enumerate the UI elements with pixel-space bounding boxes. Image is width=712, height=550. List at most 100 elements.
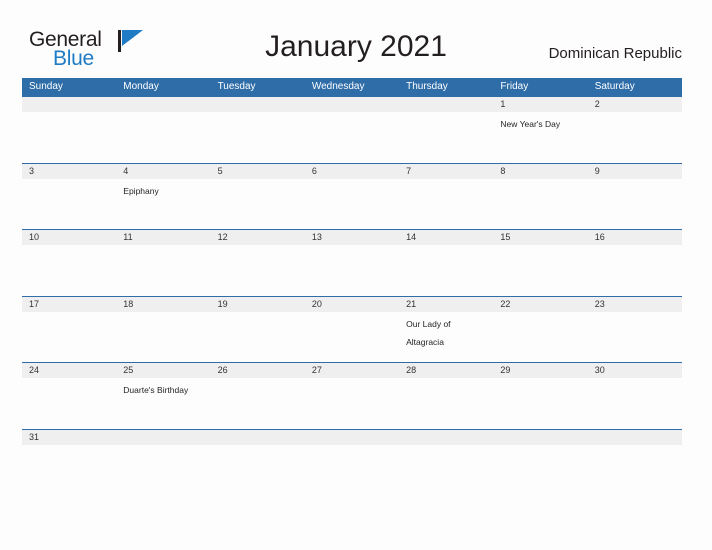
day-cell[interactable] (493, 378, 587, 429)
day-number[interactable]: 4 (116, 164, 210, 179)
day-number-band: 10 11 12 13 14 15 16 (22, 230, 682, 246)
day-events-band: Epiphany (22, 179, 682, 230)
day-number[interactable] (305, 97, 399, 112)
day-number[interactable] (116, 97, 210, 112)
day-cell[interactable] (588, 312, 682, 363)
day-number-band: 31 (22, 429, 682, 445)
day-number-band: 24 25 26 27 28 29 30 (22, 363, 682, 379)
day-number[interactable]: 3 (22, 164, 116, 179)
day-number[interactable]: 11 (116, 230, 210, 245)
day-number[interactable]: 10 (22, 230, 116, 245)
day-number[interactable] (116, 430, 210, 445)
day-number[interactable]: 14 (399, 230, 493, 245)
day-cell[interactable] (211, 112, 305, 163)
day-number[interactable]: 9 (588, 164, 682, 179)
day-number[interactable]: 8 (493, 164, 587, 179)
day-cell[interactable] (305, 312, 399, 363)
day-cell[interactable] (22, 378, 116, 429)
day-cell[interactable] (211, 179, 305, 230)
day-cell[interactable] (22, 179, 116, 230)
day-number-band: 17 18 19 20 21 22 23 (22, 296, 682, 312)
day-number[interactable]: 24 (22, 363, 116, 378)
day-cell[interactable] (211, 245, 305, 296)
day-number-band: 1 2 (22, 97, 682, 112)
day-cell[interactable] (211, 312, 305, 363)
day-cell[interactable] (399, 112, 493, 163)
day-number[interactable]: 29 (493, 363, 587, 378)
day-number[interactable] (211, 97, 305, 112)
event-label: New Year's Day (500, 119, 561, 129)
day-number[interactable]: 15 (493, 230, 587, 245)
day-cell[interactable] (588, 112, 682, 163)
day-cell[interactable] (588, 179, 682, 230)
day-cell[interactable] (22, 245, 116, 296)
day-cell[interactable] (588, 245, 682, 296)
weekday-saturday: Saturday (594, 81, 635, 92)
day-number[interactable] (211, 430, 305, 445)
day-number[interactable] (399, 97, 493, 112)
day-number[interactable]: 28 (399, 363, 493, 378)
weekday-header-row: Sunday Monday Tuesday Wednesday Thursday… (22, 78, 682, 96)
day-number[interactable]: 21 (399, 297, 493, 312)
day-cell[interactable] (493, 312, 587, 363)
day-cell[interactable]: Duarte's Birthday (116, 378, 210, 429)
event-label: Duarte's Birthday (123, 385, 189, 396)
day-number[interactable] (305, 430, 399, 445)
day-number[interactable] (493, 430, 587, 445)
day-number[interactable]: 19 (211, 297, 305, 312)
day-number[interactable]: 25 (116, 363, 210, 378)
day-cell[interactable] (399, 378, 493, 429)
day-number[interactable]: 17 (22, 297, 116, 312)
day-number[interactable]: 13 (305, 230, 399, 245)
day-cell[interactable] (399, 245, 493, 296)
event-label: Epiphany (123, 185, 159, 196)
day-number[interactable]: 30 (588, 363, 682, 378)
calendar-grid: Sunday Monday Tuesday Wednesday Thursday… (22, 78, 682, 455)
day-number[interactable]: 22 (493, 297, 587, 312)
day-cell[interactable] (305, 112, 399, 163)
day-cell[interactable] (399, 179, 493, 230)
day-cell[interactable] (588, 378, 682, 429)
day-number[interactable]: 31 (22, 430, 116, 445)
day-cell[interactable] (22, 112, 116, 163)
day-number[interactable]: 6 (305, 164, 399, 179)
day-number[interactable]: 27 (305, 363, 399, 378)
day-events-band (22, 245, 682, 296)
day-cell[interactable] (493, 179, 587, 230)
day-number[interactable]: 5 (211, 164, 305, 179)
day-number-band: 3 4 5 6 7 8 9 (22, 163, 682, 179)
day-number[interactable]: 1 (493, 97, 587, 112)
day-number[interactable]: 26 (211, 363, 305, 378)
weekday-wednesday: Wednesday (311, 81, 365, 92)
weekday-thursday: Thursday (406, 81, 448, 92)
day-cell[interactable] (116, 245, 210, 296)
day-cell[interactable] (493, 245, 587, 296)
day-cell[interactable] (116, 112, 210, 163)
day-cell[interactable] (305, 245, 399, 296)
day-cell[interactable] (22, 312, 116, 363)
weekday-sunday: Sunday (29, 81, 63, 92)
day-number[interactable] (22, 97, 116, 112)
weekday-tuesday: Tuesday (217, 81, 256, 92)
week-row: 31 (22, 428, 682, 455)
day-number[interactable]: 2 (588, 97, 682, 112)
day-number[interactable] (399, 430, 493, 445)
day-cell[interactable]: Our Lady of Altagracia (399, 312, 493, 363)
day-cell[interactable] (305, 378, 399, 429)
event-label: Our Lady of Altagracia (406, 318, 451, 347)
day-number[interactable]: 16 (588, 230, 682, 245)
day-number[interactable]: 7 (399, 164, 493, 179)
day-number[interactable]: 12 (211, 230, 305, 245)
day-events-band: New Year's Day (22, 112, 682, 163)
day-events-band: Duarte's Birthday (22, 378, 682, 429)
day-number[interactable]: 20 (305, 297, 399, 312)
day-cell[interactable] (211, 378, 305, 429)
day-number[interactable]: 18 (116, 297, 210, 312)
day-cell[interactable] (305, 179, 399, 230)
day-number[interactable]: 23 (588, 297, 682, 312)
day-cell[interactable] (116, 312, 210, 363)
weekday-monday: Monday (123, 81, 159, 92)
day-cell[interactable]: New Year's Day (493, 112, 587, 163)
day-number[interactable] (588, 430, 682, 445)
day-cell[interactable]: Epiphany (116, 179, 210, 230)
